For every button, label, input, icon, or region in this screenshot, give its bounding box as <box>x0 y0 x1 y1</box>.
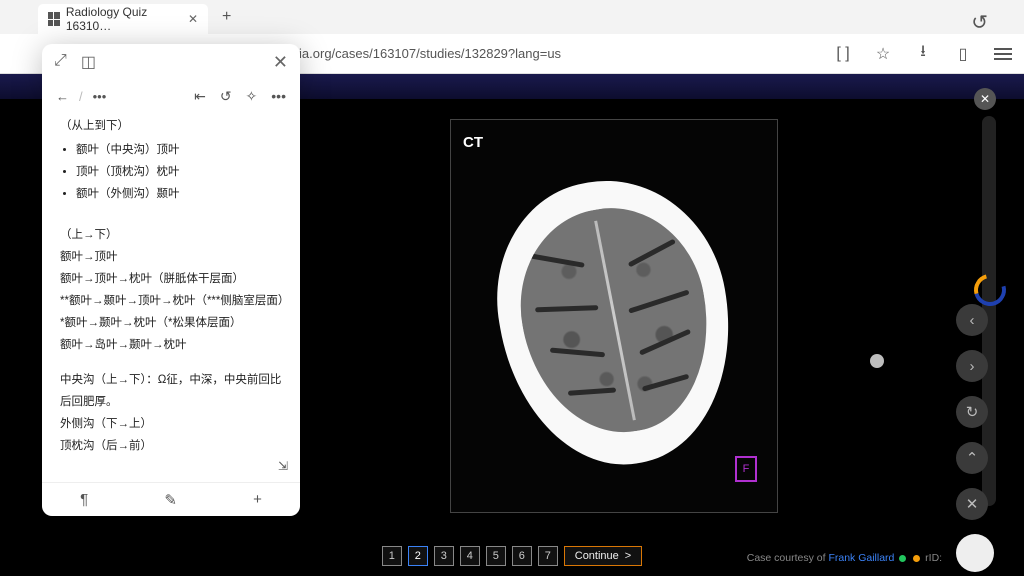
wand-icon[interactable]: ✧ <box>246 88 258 105</box>
notes-titlebar: ⤢ ◫ ✕ <box>42 44 300 80</box>
notes-bullet: 额叶（中央沟）顶叶 <box>76 140 284 162</box>
notes-close-icon[interactable]: ✕ <box>273 52 288 73</box>
viewer-close-button[interactable]: ✕ <box>974 88 996 110</box>
orientation-marker: F <box>735 456 757 482</box>
page-3[interactable]: 3 <box>434 546 454 566</box>
expand-icon[interactable]: ⤢ <box>54 52 67 72</box>
notes-content[interactable]: （从上到下） 额叶（中央沟）顶叶顶叶（顶枕沟）枕叶额叶（外侧沟）颞叶 （上→下）… <box>42 112 300 482</box>
download-icon[interactable]: ⭳ <box>914 40 932 67</box>
page-5[interactable]: 5 <box>486 546 506 566</box>
slice-indicator-dot[interactable] <box>870 354 884 368</box>
tab-close-icon[interactable]: ✕ <box>188 12 198 26</box>
page-6[interactable]: 6 <box>512 546 532 566</box>
browser-tabbar: Radiology Quiz 16310… ✕ + ↺ <box>0 0 1024 34</box>
notes-bullet: 额叶（外侧沟）颞叶 <box>76 184 284 206</box>
favorite-icon[interactable]: ☆ <box>874 44 892 64</box>
outdent-icon[interactable]: ⇤ <box>194 88 206 105</box>
scroll-top-button[interactable]: ⌃ <box>956 442 988 474</box>
pin-icon[interactable]: ⇲ <box>278 455 288 478</box>
continue-button[interactable]: Continue> <box>564 546 642 566</box>
modality-label: CT <box>463 134 483 151</box>
status-dot-orange <box>913 555 920 562</box>
browser-tab[interactable]: Radiology Quiz 16310… ✕ <box>38 4 208 34</box>
more-icon[interactable]: ••• <box>93 89 107 104</box>
status-dot-green <box>899 555 906 562</box>
notes-bullet: 顶叶（顶枕沟）枕叶 <box>76 162 284 184</box>
ct-image-frame[interactable]: CT F <box>450 119 778 513</box>
credit-author-link[interactable]: Frank Gaillard <box>828 552 894 564</box>
notes-line: 外侧沟（下→上） <box>60 414 284 436</box>
notes-line: 额叶→岛叶→颞叶→枕叶 <box>60 335 284 357</box>
columns-icon[interactable]: ◫ <box>81 52 96 72</box>
refresh-button[interactable]: ↻ <box>956 396 988 428</box>
prev-button[interactable]: ‹ <box>956 304 988 336</box>
tab-title: Radiology Quiz 16310… <box>66 5 176 33</box>
page-1[interactable]: 1 <box>382 546 402 566</box>
viewer-fab-column: ‹ › ↻ ⌃ ✕ <box>956 304 994 572</box>
history-undo-icon[interactable]: ↺ <box>971 10 988 35</box>
notes-footer: ¶ ✎ + <box>42 482 300 516</box>
reader-icon[interactable]: ▯ <box>954 44 972 64</box>
back-icon[interactable]: ← <box>56 89 69 104</box>
screenshot-icon[interactable]: [ ] <box>834 45 852 63</box>
notes-line: 中央沟（上→下）：Ω征，中深，中央前回比后回肥厚。 <box>60 370 284 414</box>
notes-panel: ⤢ ◫ ✕ ← / ••• ⇤ ↺ ✧ ••• （从上到下） 额叶（中央沟）顶叶… <box>42 44 300 516</box>
notes-line: 额叶→顶叶→枕叶（胼胝体干层面） <box>60 269 284 291</box>
edit-icon[interactable]: ✎ <box>164 491 177 509</box>
more2-icon[interactable]: ••• <box>271 88 286 104</box>
notes-section2-title: （上→下） <box>60 225 284 247</box>
notes-line: *额叶→颞叶→枕叶（*松果体层面） <box>60 313 284 335</box>
brain-image <box>501 180 729 465</box>
notes-toolbar: ← / ••• ⇤ ↺ ✧ ••• <box>42 80 300 112</box>
page-4[interactable]: 4 <box>460 546 480 566</box>
addrbar-actions: [ ] ☆ ⭳ ▯ <box>834 40 1012 67</box>
notes-heading: （从上到下） <box>60 116 284 138</box>
tab-favicon <box>48 12 60 26</box>
page-7[interactable]: 7 <box>538 546 558 566</box>
page-2[interactable]: 2 <box>408 546 428 566</box>
case-credit: Case courtesy of Frank Gaillard rID: <box>747 552 984 564</box>
notes-line: **额叶→颞叶→顶叶→枕叶（***侧脑室层面） <box>60 291 284 313</box>
undo-icon[interactable]: ↺ <box>220 88 232 105</box>
notes-line: 额叶→顶叶 <box>60 247 284 269</box>
paragraph-icon[interactable]: ¶ <box>80 491 88 508</box>
rid-label: rID: <box>925 552 942 564</box>
menu-icon[interactable] <box>994 45 1012 63</box>
notes-line: 顶枕沟（后→前） <box>60 436 284 458</box>
add-icon[interactable]: + <box>253 491 262 508</box>
next-button[interactable]: › <box>956 350 988 382</box>
new-tab-button[interactable]: + <box>222 8 231 26</box>
credit-prefix: Case courtesy of <box>747 552 829 564</box>
assistant-button[interactable] <box>956 534 994 572</box>
dismiss-button[interactable]: ✕ <box>956 488 988 520</box>
